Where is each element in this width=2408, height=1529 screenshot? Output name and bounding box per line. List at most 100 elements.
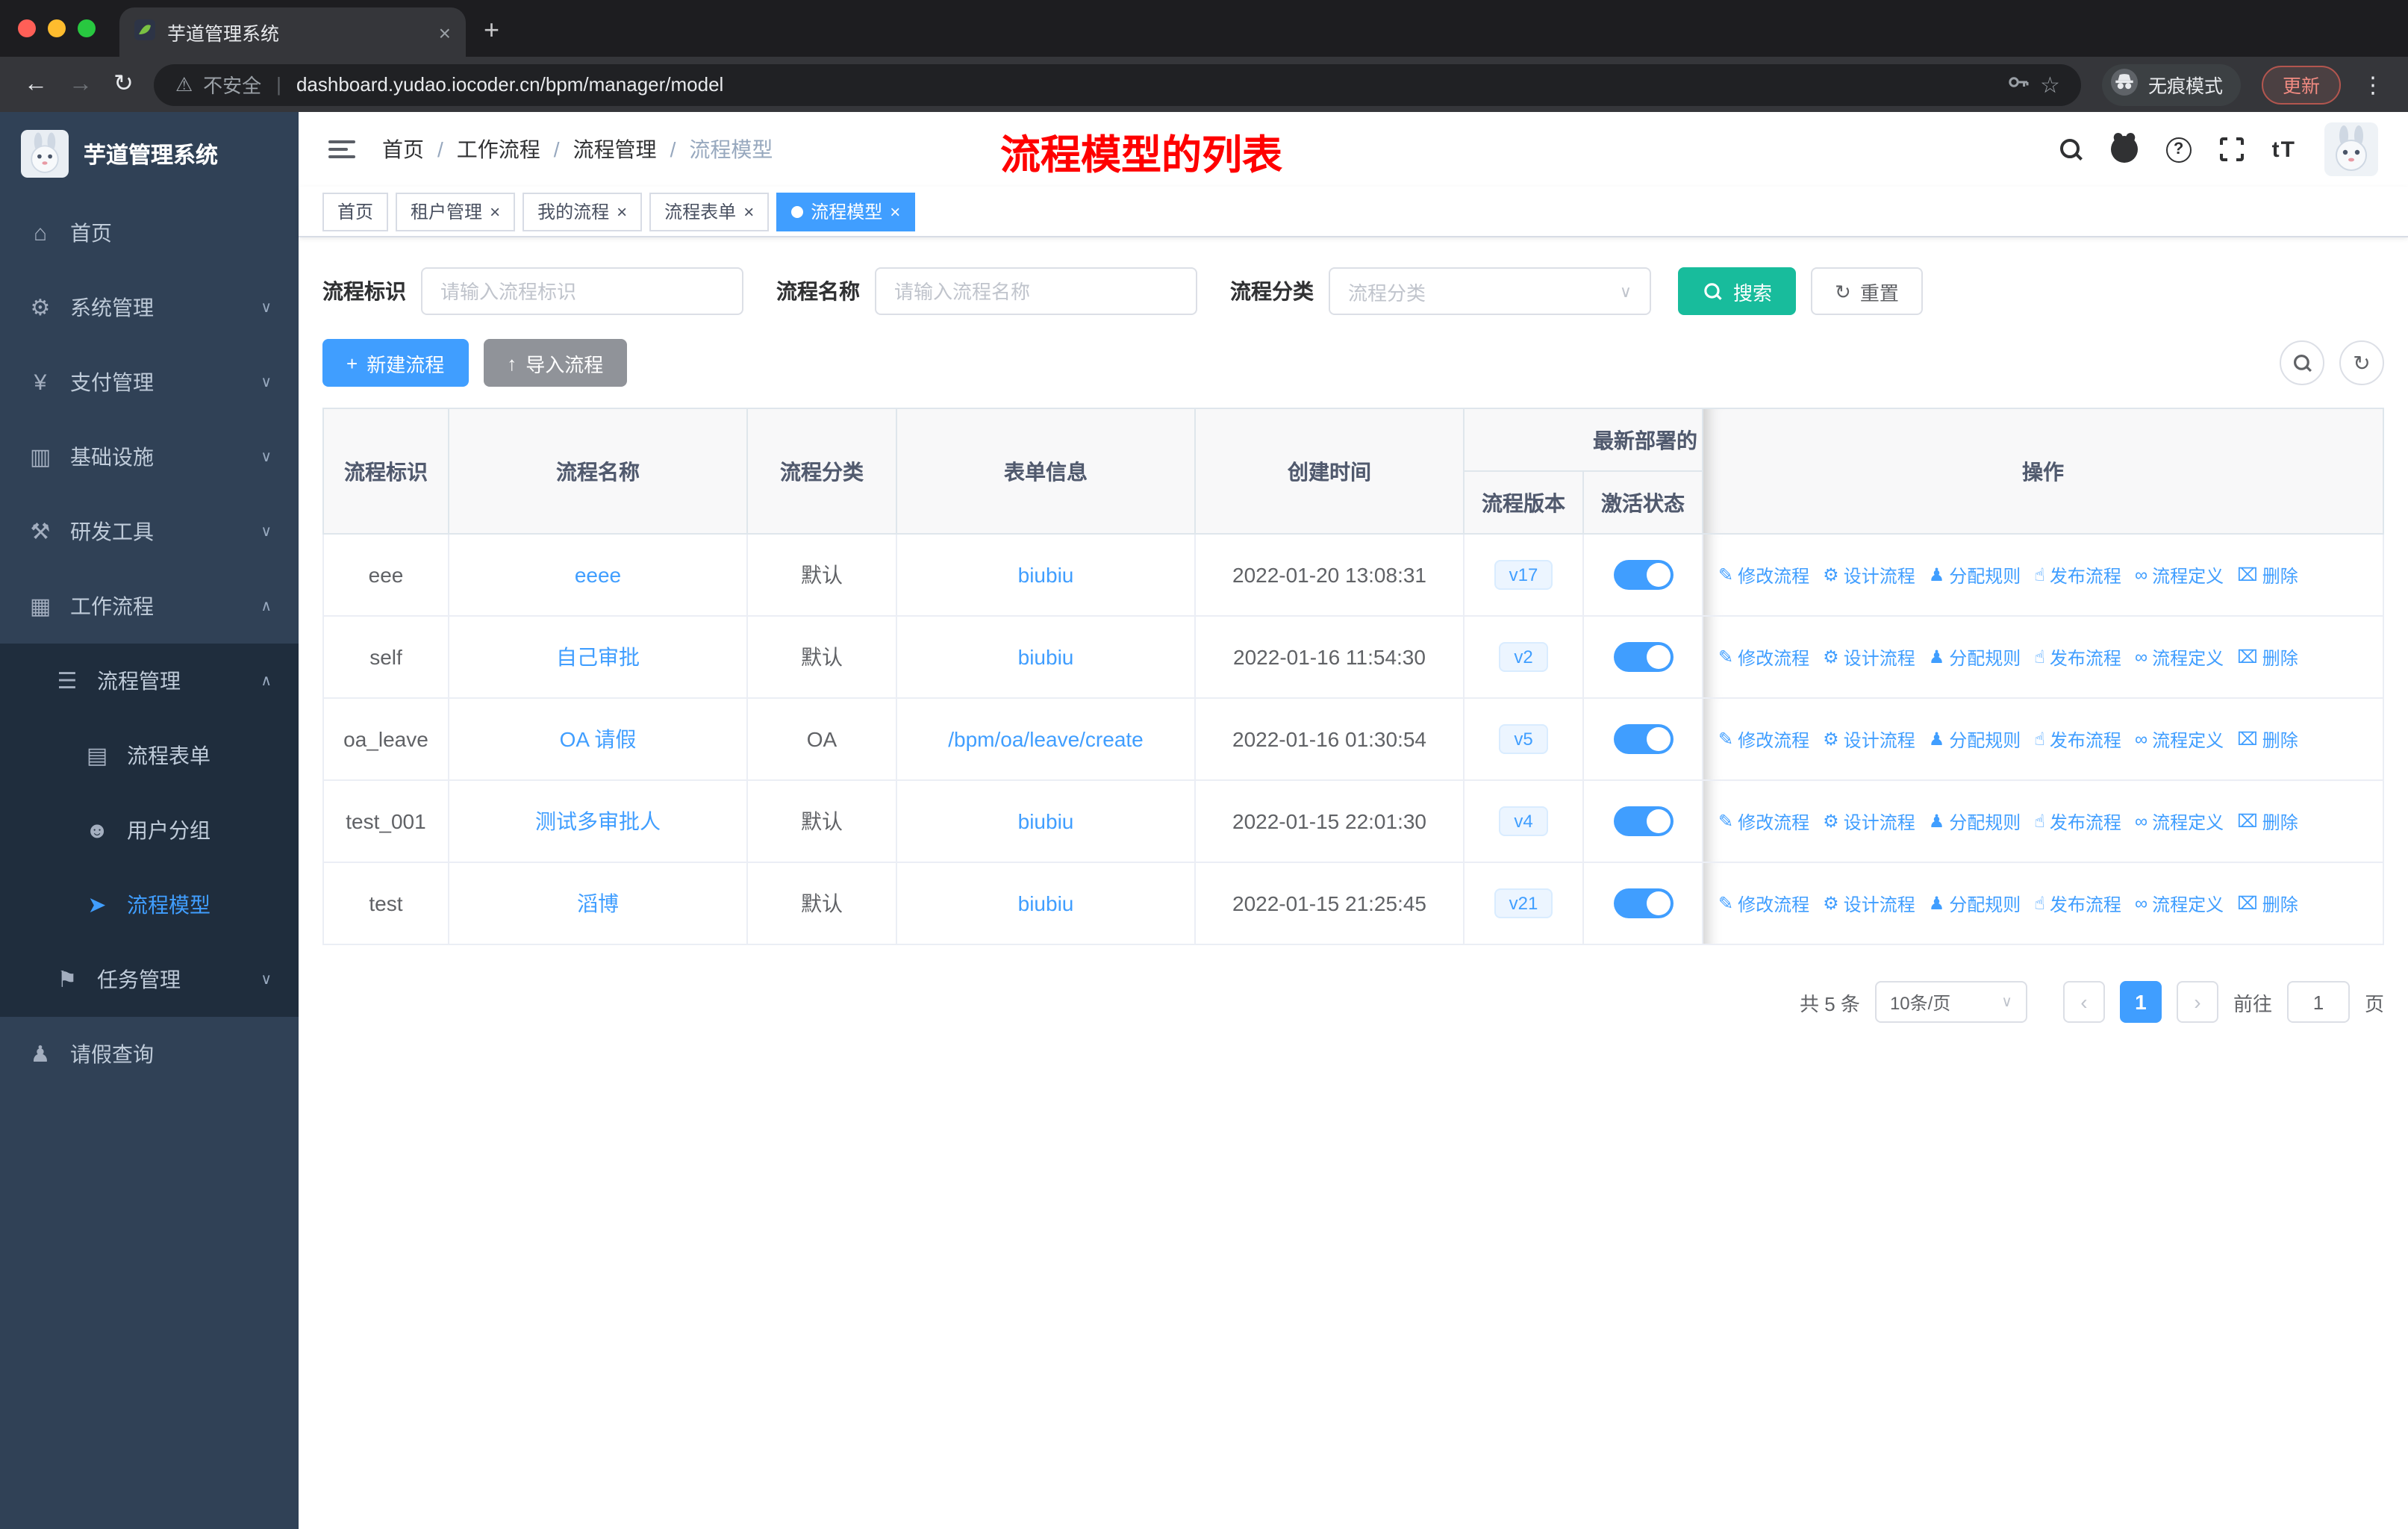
publish-process-action[interactable]: ☝ 发布流程 [2034, 726, 2121, 752]
form-info-link[interactable]: /bpm/oa/leave/create [948, 727, 1144, 751]
sidebar-item-task-mgmt[interactable]: ⚑ 任务管理 ∨ [0, 942, 299, 1017]
process-key-input[interactable] [421, 267, 743, 315]
close-tab-icon[interactable]: × [439, 20, 451, 44]
process-definition-action[interactable]: ∞ 流程定义 [2135, 644, 2224, 670]
sidebar-logo[interactable]: 芋道管理系统 [0, 112, 299, 196]
close-icon[interactable]: × [617, 201, 627, 222]
modify-process-action[interactable]: ✎ 修改流程 [1718, 891, 1809, 916]
process-name-link[interactable]: eeee [575, 563, 621, 587]
reload-button[interactable]: ↻ [113, 72, 134, 96]
process-name-link[interactable]: 自己审批 [556, 645, 640, 669]
close-icon[interactable]: × [743, 201, 754, 222]
sidebar-item-process-mgmt[interactable]: ☰ 流程管理 ∧ [0, 644, 299, 718]
delete-action[interactable]: ⌧ 删除 [2237, 644, 2298, 670]
process-name-link[interactable]: 滔博 [577, 891, 619, 915]
security-label[interactable]: 不安全 [203, 70, 261, 99]
refresh-table-button[interactable]: ↻ [2339, 340, 2384, 385]
publish-process-action[interactable]: ☝ 发布流程 [2034, 891, 2121, 916]
delete-action[interactable]: ⌧ 删除 [2237, 809, 2298, 834]
tag-my-process[interactable]: 我的流程 × [523, 192, 643, 231]
sidebar-item-workflow[interactable]: ▦ 工作流程 ∧ [0, 569, 299, 644]
sidebar-item-process-form[interactable]: ▤ 流程表单 [0, 718, 299, 793]
github-icon[interactable] [2110, 136, 2138, 163]
process-definition-action[interactable]: ∞ 流程定义 [2135, 891, 2224, 916]
avatar[interactable] [2324, 122, 2378, 176]
address-bar[interactable]: ⚠ 不安全 | dashboard.yudao.iocoder.cn/bpm/m… [154, 63, 2081, 105]
assign-rule-action[interactable]: ♟ 分配规则 [1929, 644, 2021, 670]
assign-rule-action[interactable]: ♟ 分配规则 [1929, 726, 2021, 752]
active-toggle[interactable] [1613, 888, 1673, 918]
publish-process-action[interactable]: ☝ 发布流程 [2034, 644, 2121, 670]
sidebar-item-infrastructure[interactable]: ▥ 基础设施 ∨ [0, 420, 299, 494]
update-button[interactable]: 更新 [2261, 65, 2341, 104]
help-icon[interactable]: ? [2165, 137, 2192, 162]
search-button[interactable]: 搜索 [1678, 267, 1797, 315]
publish-process-action[interactable]: ☝ 发布流程 [2034, 809, 2121, 834]
breadcrumb-item[interactable]: 流程管理 [573, 134, 657, 164]
tag-process-model[interactable]: 流程模型 × [776, 192, 916, 231]
next-page-button[interactable]: › [2176, 981, 2218, 1023]
design-process-action[interactable]: ⚙ 设计流程 [1823, 891, 1915, 916]
assign-rule-action[interactable]: ♟ 分配规则 [1929, 891, 2021, 916]
zoom-window-button[interactable] [78, 19, 96, 37]
goto-page-input[interactable] [2286, 981, 2350, 1023]
active-toggle[interactable] [1613, 560, 1673, 590]
process-name-link[interactable]: OA 请假 [560, 727, 637, 751]
breadcrumb-item[interactable]: 首页 [382, 134, 424, 164]
sidebar-collapse-button[interactable] [328, 140, 355, 158]
close-icon[interactable]: × [890, 201, 900, 222]
form-info-link[interactable]: biubiu [1018, 645, 1074, 669]
modify-process-action[interactable]: ✎ 修改流程 [1718, 726, 1809, 752]
assign-rule-action[interactable]: ♟ 分配规则 [1929, 562, 2021, 588]
delete-action[interactable]: ⌧ 删除 [2237, 562, 2298, 588]
process-definition-action[interactable]: ∞ 流程定义 [2135, 809, 2224, 834]
tag-tenant-mgmt[interactable]: 租户管理 × [396, 192, 516, 231]
active-toggle[interactable] [1613, 806, 1673, 836]
close-window-button[interactable] [18, 19, 36, 37]
process-definition-action[interactable]: ∞ 流程定义 [2135, 726, 2224, 752]
sidebar-item-home[interactable]: ⌂ 首页 [0, 196, 299, 270]
close-icon[interactable]: × [490, 201, 500, 222]
form-info-link[interactable]: biubiu [1018, 891, 1074, 915]
back-button[interactable]: ← [24, 72, 48, 96]
form-info-link[interactable]: biubiu [1018, 563, 1074, 587]
incognito-badge[interactable]: 无痕模式 [2101, 63, 2241, 105]
sidebar-item-pay-mgmt[interactable]: ¥ 支付管理 ∨ [0, 345, 299, 420]
category-select[interactable]: 流程分类 ∨ [1329, 267, 1651, 315]
modify-process-action[interactable]: ✎ 修改流程 [1718, 644, 1809, 670]
import-process-button[interactable]: ↑ 导入流程 [483, 339, 628, 387]
form-info-link[interactable]: biubiu [1018, 809, 1074, 833]
process-definition-action[interactable]: ∞ 流程定义 [2135, 562, 2224, 588]
design-process-action[interactable]: ⚙ 设计流程 [1823, 644, 1915, 670]
modify-process-action[interactable]: ✎ 修改流程 [1718, 809, 1809, 834]
page-size-select[interactable]: 10条/页 ∨ [1874, 981, 2027, 1023]
page-number-button[interactable]: 1 [2119, 981, 2162, 1023]
create-process-button[interactable]: + 新建流程 [322, 339, 469, 387]
design-process-action[interactable]: ⚙ 设计流程 [1823, 562, 1915, 588]
reset-button[interactable]: ↻ 重置 [1811, 267, 1923, 315]
design-process-action[interactable]: ⚙ 设计流程 [1823, 809, 1915, 834]
active-toggle[interactable] [1613, 642, 1673, 672]
sidebar-item-dev-tools[interactable]: ⚒ 研发工具 ∨ [0, 494, 299, 569]
new-tab-button[interactable]: + [484, 15, 499, 46]
tag-home[interactable]: 首页 [322, 192, 389, 231]
sidebar-item-user-group[interactable]: ☻ 用户分组 [0, 793, 299, 868]
key-icon[interactable] [2006, 70, 2030, 99]
search-icon[interactable] [2059, 138, 2083, 161]
browser-menu-icon[interactable]: ⋮ [2362, 71, 2384, 98]
process-name-input[interactable] [875, 267, 1197, 315]
browser-tab[interactable]: 芋道管理系统 × [119, 7, 466, 57]
font-size-icon[interactable]: tT [2272, 137, 2296, 162]
minimize-window-button[interactable] [48, 19, 66, 37]
fullscreen-icon[interactable] [2216, 134, 2247, 164]
bookmark-star-icon[interactable]: ☆ [2040, 71, 2060, 98]
process-name-link[interactable]: 测试多审批人 [535, 809, 661, 833]
sidebar-item-system-mgmt[interactable]: ⚙ 系统管理 ∨ [0, 270, 299, 345]
sidebar-item-process-model[interactable]: ➤ 流程模型 [0, 868, 299, 942]
delete-action[interactable]: ⌧ 删除 [2237, 726, 2298, 752]
publish-process-action[interactable]: ☝ 发布流程 [2034, 562, 2121, 588]
toggle-search-button[interactable] [2280, 340, 2324, 385]
delete-action[interactable]: ⌧ 删除 [2237, 891, 2298, 916]
breadcrumb-item[interactable]: 工作流程 [457, 134, 540, 164]
sidebar-item-leave-query[interactable]: ♟ 请假查询 [0, 1017, 299, 1092]
